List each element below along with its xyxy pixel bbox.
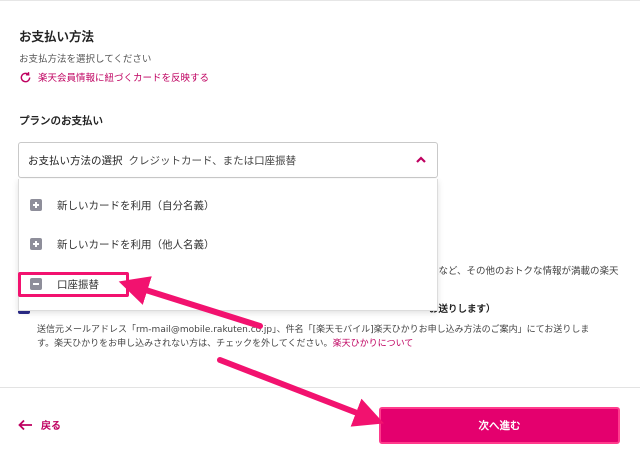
refresh-icon [20, 71, 31, 82]
top-divider [0, 0, 640, 1]
select-label: お支払い方法の選択 [28, 154, 123, 167]
plan-payment-title: プランのお支払い [19, 115, 103, 127]
plus-square-icon [30, 238, 42, 250]
payment-section-title: お支払い方法 [19, 29, 95, 44]
hikari-desc-line1: 送信元メールアドレス「rm-mail@mobile.rakuten.co.jp」… [37, 325, 590, 335]
footer-divider [0, 387, 640, 388]
payment-method-dropdown: 新しいカードを利用（自分名義） 新しいカードを利用（他人名義） 口座振替 [18, 179, 438, 311]
payment-method-select[interactable]: お支払い方法の選択 クレジットカード、または口座振替 [18, 142, 438, 178]
back-button[interactable]: 戻る [18, 417, 61, 432]
hikari-desc-text: す。楽天ひかりをお申し込みされない方は、チェックを外してください。 [37, 339, 333, 349]
next-button[interactable]: 次へ進む [379, 407, 620, 444]
back-button-label: 戻る [41, 421, 61, 432]
option-new-card-other[interactable]: 新しいカードを利用（他人名義） [19, 232, 437, 256]
minus-square-icon [30, 278, 42, 290]
newsletter-text-partial: 様など、その他のおトクな情報が満載の楽天 [429, 266, 619, 277]
newsletter-bold-partial: お送りします） [429, 304, 496, 315]
plus-square-icon [30, 199, 42, 211]
reflect-card-link[interactable]: 楽天会員情報に紐づくカードを反映する [19, 70, 209, 84]
annotation-arrow-to-button [217, 357, 384, 427]
payment-section-subtitle: お支払方法を選択してください [19, 54, 152, 65]
select-value: クレジットカード、または口座振替 [128, 154, 297, 167]
option-label: 新しいカードを利用（他人名義） [57, 238, 215, 251]
chevron-up-icon[interactable] [415, 154, 427, 166]
option-label: 口座振替 [57, 278, 99, 291]
option-new-card-self[interactable]: 新しいカードを利用（自分名義） [19, 193, 437, 217]
hikari-about-link[interactable]: 楽天ひかりについて [333, 339, 414, 349]
arrow-left-icon [18, 419, 32, 430]
reflect-card-link-label: 楽天会員情報に紐づくカードを反映する [38, 73, 210, 84]
option-bank-transfer[interactable]: 口座振替 [19, 272, 437, 296]
next-button-label: 次へ進む [478, 420, 521, 432]
option-label: 新しいカードを利用（自分名義） [57, 199, 215, 212]
hikari-desc-line2: す。楽天ひかりをお申し込みされない方は、チェックを外してください。楽天ひかりにつ… [37, 336, 413, 349]
